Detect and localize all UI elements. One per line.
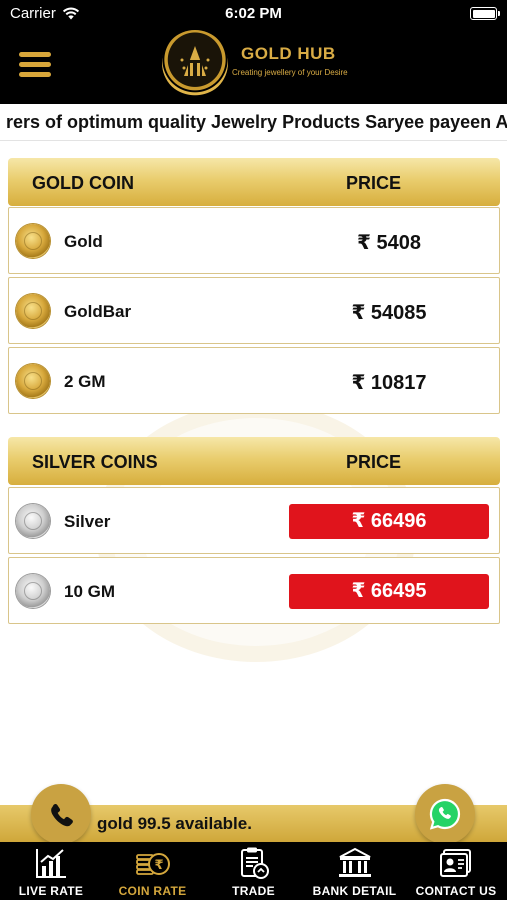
item-price: ₹ 54085	[351, 302, 427, 324]
item-name: Gold	[64, 232, 103, 251]
battery-icon	[470, 7, 500, 20]
tab-bank-detail[interactable]: BANK DETAIL	[304, 842, 405, 900]
tab-trade[interactable]: TRADE	[203, 842, 304, 900]
item-name: 2 GM	[64, 372, 106, 391]
status-time: 6:02 PM	[225, 5, 282, 22]
contact-card-icon	[440, 849, 471, 877]
bank-icon	[338, 847, 371, 877]
bottom-tab-bar: LIVE RATE ₹ COIN RATE TRADE BANK DETAIL …	[0, 842, 507, 900]
logo-emblem-icon	[180, 46, 210, 76]
hamburger-menu-button[interactable]	[19, 52, 51, 78]
gold-row-goldbar[interactable]: GoldBar ₹ 54085	[8, 277, 500, 344]
silver-coin-icon	[16, 504, 50, 538]
brand-name: GOLD HUB	[241, 44, 336, 63]
item-price-badge: ₹ 66496	[289, 504, 489, 539]
tab-contact-us[interactable]: CONTACT US	[405, 842, 507, 900]
ticker-divider	[0, 140, 507, 141]
app-root: Carrier 6:02 PM GOLD HUB Creating jewell…	[0, 0, 507, 900]
call-button[interactable]	[31, 784, 91, 844]
silver-coins-header-title: SILVER COINS	[32, 452, 158, 472]
gold-coin-icon	[16, 224, 50, 258]
tab-label: COIN RATE	[118, 884, 187, 898]
item-price-badge: ₹ 66495	[289, 574, 489, 609]
tab-label: CONTACT US	[415, 884, 497, 898]
ticker-text: rers of optimum quality Jewelry Products…	[6, 112, 507, 132]
item-name: 10 GM	[64, 582, 116, 601]
item-name: Silver	[64, 512, 111, 531]
trade-clipboard-icon	[240, 847, 269, 879]
tab-label: BANK DETAIL	[312, 884, 397, 898]
tab-label: TRADE	[232, 884, 275, 898]
gold-row-gold[interactable]: Gold ₹ 5408	[8, 207, 500, 274]
whatsapp-icon	[429, 798, 461, 830]
announcement-text: gold 99.5 available.	[97, 814, 252, 833]
silver-coins-header-price: PRICE	[346, 452, 402, 472]
tab-label: LIVE RATE	[18, 884, 84, 898]
phone-icon	[51, 803, 73, 827]
gold-coin-icon	[16, 294, 50, 328]
news-ticker: rers of optimum quality Jewelry Products…	[0, 104, 507, 140]
silver-row-10gm[interactable]: 10 GM ₹ 66495	[8, 557, 500, 624]
silver-row-silver[interactable]: Silver ₹ 66496	[8, 487, 500, 554]
bar-chart-icon	[36, 849, 66, 878]
svg-text:₹: ₹	[154, 858, 163, 873]
gold-coin-header-title: GOLD COIN	[32, 173, 134, 193]
gold-coin-icon	[16, 364, 50, 398]
whatsapp-button[interactable]	[415, 784, 475, 844]
tab-live-rate[interactable]: LIVE RATE	[0, 842, 102, 900]
item-name: GoldBar	[64, 302, 132, 321]
gold-row-2gm[interactable]: 2 GM ₹ 10817	[8, 347, 500, 414]
silver-coins-header: SILVER COINS PRICE	[8, 437, 500, 485]
gold-coin-header: GOLD COIN PRICE	[8, 158, 500, 206]
coins-icon: ₹	[135, 853, 170, 875]
top-bar: Carrier 6:02 PM GOLD HUB Creating jewell…	[0, 0, 507, 104]
tab-coin-rate[interactable]: ₹ COIN RATE	[102, 842, 203, 900]
brand-tagline: Creating jewellery of your Desire	[232, 68, 348, 77]
status-bar: Carrier 6:02 PM	[0, 0, 507, 28]
gold-coin-header-price: PRICE	[346, 173, 402, 193]
item-price: ₹ 10817	[351, 372, 427, 394]
gold-hub-logo	[162, 30, 228, 96]
item-price: ₹ 5408	[357, 232, 421, 254]
silver-coin-icon	[16, 574, 50, 608]
